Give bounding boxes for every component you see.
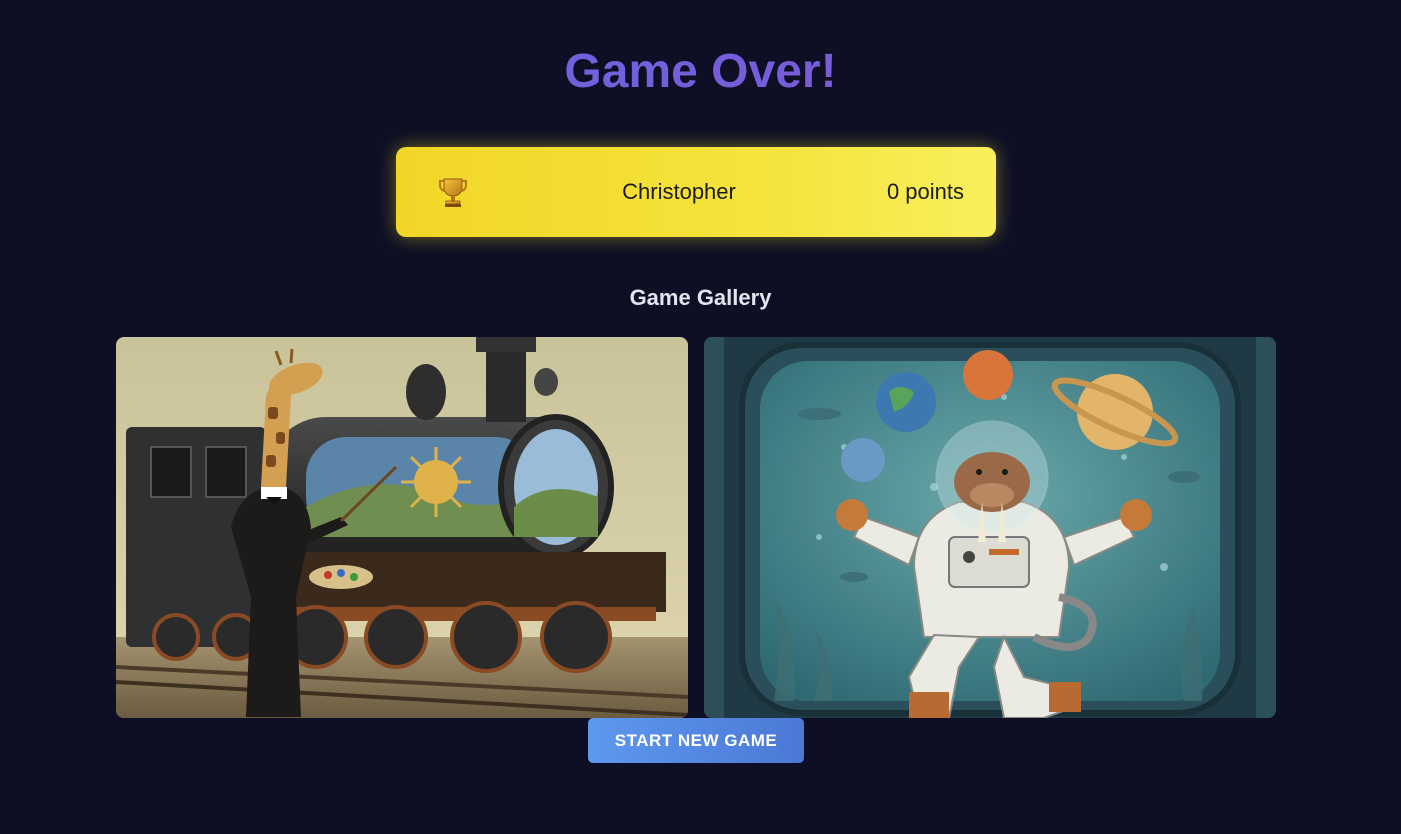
giraffe-painting-train-image [116, 337, 688, 718]
start-new-game-button[interactable]: START NEW GAME [588, 718, 804, 763]
page-title: Game Over! [0, 42, 1401, 102]
game-gallery [116, 337, 1276, 718]
walrus-astronaut-juggling-planets-image [704, 337, 1276, 718]
game-over-screen: Game Over! Christopher 0 points Game Gal… [0, 0, 1401, 834]
winner-name: Christopher [622, 179, 736, 204]
winner-card: Christopher 0 points [396, 147, 996, 237]
winner-points: 0 points [886, 179, 964, 204]
gallery-title: Game Gallery [629, 285, 772, 310]
